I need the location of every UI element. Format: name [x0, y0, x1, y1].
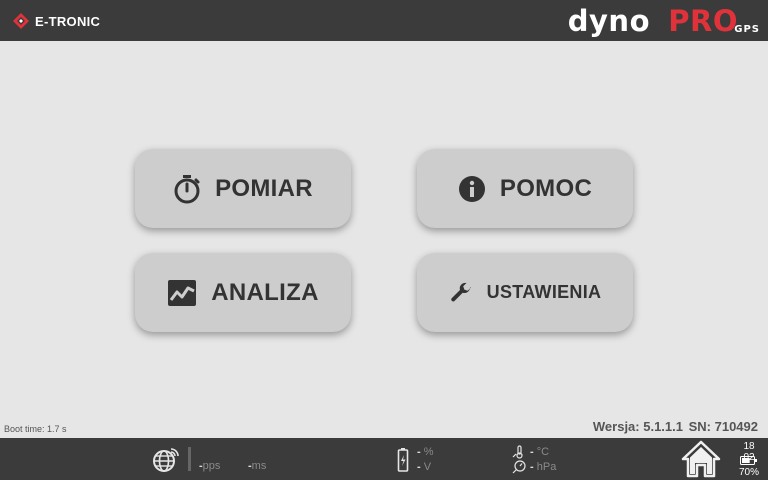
status-bar: -pps -ms - % - V - °C - hPa — [0, 438, 768, 480]
boot-time: Boot time: 1.7 s — [4, 424, 67, 434]
measure-button[interactable]: POMIAR — [135, 149, 351, 228]
product-name-accent: PRO — [668, 4, 738, 38]
brand: E-TRONIC — [12, 12, 100, 30]
serial-label: SN: 710492 — [688, 419, 758, 434]
help-button-label: POMOC — [499, 174, 593, 202]
temperature: - °C — [530, 446, 550, 458]
analysis-button-label: ANALIZA — [211, 278, 319, 306]
help-button[interactable]: POMOC — [417, 149, 633, 228]
analysis-button[interactable]: ANALIZA — [135, 253, 351, 332]
home-icon[interactable] — [681, 440, 721, 478]
info-icon — [458, 175, 486, 203]
etronic-logo-icon — [13, 13, 29, 29]
device-battery-percent: 70% — [738, 467, 759, 478]
brand-name: E-TRONIC — [35, 13, 101, 29]
settings-button-label: USTAWIENIA — [486, 282, 602, 302]
thermometer-icon — [512, 445, 523, 459]
device-battery-fill — [742, 458, 750, 463]
version-info: Wersja: 5.1.1.1 SN: 710492 — [591, 419, 758, 434]
sensor-battery-percent: - % — [417, 446, 434, 458]
product-name-sub: GPS — [734, 24, 760, 35]
measure-button-label: POMIAR — [215, 174, 313, 202]
chart-icon — [167, 279, 197, 307]
gps-pps: -pps — [199, 460, 221, 472]
gps-signal-bar — [188, 447, 191, 471]
sensor-battery-icon — [397, 448, 409, 472]
gps-globe-icon — [153, 448, 179, 472]
pressure: - hPa — [530, 461, 557, 473]
stopwatch-icon — [173, 174, 201, 204]
product-logo: dyno PRO GPS — [560, 2, 760, 40]
sensor-voltage: - V — [417, 461, 432, 473]
version-label: Wersja: 5.1.1.1 — [592, 419, 683, 434]
settings-button[interactable]: USTAWIENIA — [417, 253, 633, 332]
gps-ms: -ms — [248, 460, 267, 472]
device-battery-icon — [740, 456, 757, 465]
wrench-icon — [449, 281, 473, 305]
pressure-gauge-icon — [512, 460, 526, 474]
product-name-main: dyno — [567, 4, 650, 38]
top-bar: E-TRONIC dyno PRO GPS — [0, 0, 768, 41]
